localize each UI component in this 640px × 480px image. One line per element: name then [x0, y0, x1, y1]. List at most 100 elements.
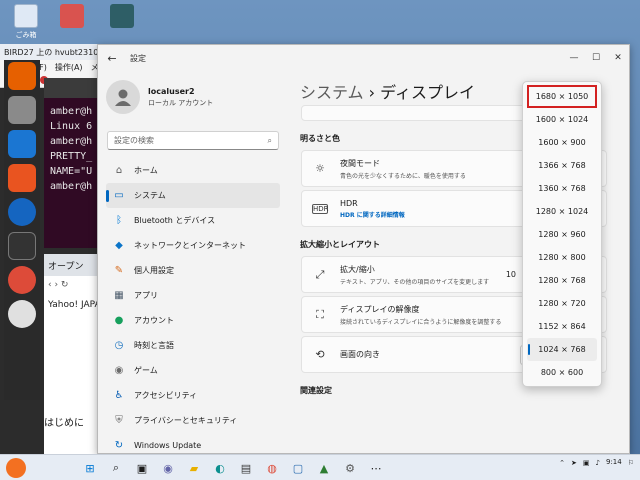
updater-icon[interactable] — [8, 300, 36, 328]
system-icon: ▭ — [114, 190, 124, 201]
scale-icon: ⤢ — [315, 267, 325, 281]
search-icon[interactable]: ⌕ — [106, 458, 126, 478]
sun-icon: ☼ — [315, 162, 325, 175]
help-icon[interactable] — [8, 198, 36, 226]
resolution-option[interactable]: 1280 × 960 — [527, 223, 597, 246]
resolution-option[interactable]: 1280 × 800 — [527, 246, 597, 269]
resolution-option[interactable]: 1280 × 1024 — [527, 200, 597, 223]
sidebar-item-bluetooth[interactable]: ᛒ Bluetooth とデバイス — [106, 208, 280, 233]
avatar — [106, 80, 140, 114]
ubuntu-dock — [4, 60, 40, 400]
resolution-option[interactable]: 800 × 600 — [527, 361, 597, 384]
send-icon[interactable]: ➤ — [571, 459, 577, 467]
title-bar: ← 設定 — ☐ ✕ — [98, 45, 629, 71]
resolution-option[interactable]: 1600 × 1024 — [527, 108, 597, 131]
sidebar-item-label: Windows Update — [134, 441, 202, 450]
sidebar-item-privacy[interactable]: ⛨ プライバシーとセキュリティ — [106, 408, 280, 433]
chrome-icon[interactable] — [8, 266, 36, 294]
account-icon: ● — [114, 315, 124, 326]
window-title: 設定 — [130, 53, 146, 63]
breadcrumb-separator: › — [368, 83, 376, 102]
resolution-option[interactable]: 1360 × 768 — [527, 177, 597, 200]
user-icon — [115, 89, 131, 106]
resolution-dropdown[interactable]: 1680 × 1050 1600 × 1024 1600 × 900 1366 … — [522, 81, 602, 387]
sidebar-item-label: プライバシーとセキュリティ — [134, 416, 238, 425]
resolution-title: ディスプレイの解像度 — [340, 304, 420, 314]
resolution-option[interactable]: 1680 × 1050 — [527, 85, 597, 108]
clock[interactable]: 9:14 — [606, 458, 622, 467]
network-icon[interactable]: ▣ — [583, 459, 590, 467]
search-input[interactable]: 設定の検索 ⌕ — [107, 131, 279, 150]
writer-icon[interactable] — [8, 130, 36, 158]
paint-brush-icon: ✎ — [114, 265, 124, 276]
back-arrow-icon[interactable]: ← — [102, 52, 122, 65]
terminal-line: PRETTY_ — [50, 151, 93, 162]
terminal-icon[interactable] — [8, 232, 36, 260]
hyperv-icon[interactable]: ▲ — [314, 458, 334, 478]
volume-icon[interactable]: ♪ — [596, 459, 600, 467]
night-light-subtitle: 青色の光を少なくするために、暖色を使用する — [340, 172, 466, 180]
sidebar-item-label: ホーム — [134, 166, 158, 175]
edge-icon[interactable]: ◐ — [210, 458, 230, 478]
app-center-icon[interactable] — [8, 164, 36, 192]
blurred-app-icon[interactable] — [102, 4, 142, 40]
sidebar-item-personalization[interactable]: ✎ 個人用設定 — [106, 258, 280, 283]
taskbar: ⊞ ⌕ ▣ ◉ ▰ ◐ ▤ ◍ ▢ ▲ ⚙ ⋯ ⌃ ➤ ▣ ♪ 9:14 ⚐ — [0, 454, 640, 480]
sidebar-item-gaming[interactable]: ◉ ゲーム — [106, 358, 280, 383]
shield-icon: ⛨ — [115, 415, 123, 426]
minimize-icon[interactable]: — — [563, 53, 585, 63]
settings-icon[interactable]: ⚙ — [340, 458, 360, 478]
scale-title: 拡大/縮小 — [340, 264, 375, 274]
chrome-icon[interactable]: ◍ — [262, 458, 282, 478]
sidebar-item-home[interactable]: ⌂ ホーム — [106, 158, 280, 183]
store-icon[interactable]: ▤ — [236, 458, 256, 478]
maximize-icon[interactable]: ☐ — [585, 53, 607, 63]
hdr-title: HDR — [340, 198, 358, 208]
hdr-link[interactable]: HDR に関する詳細情報 — [340, 210, 405, 219]
sidebar-item-windows-update[interactable]: ↻ Windows Update — [106, 433, 280, 453]
vm-title: BIRD27 上の hvubt2310 — [0, 44, 107, 60]
sidebar-item-label: アプリ — [134, 291, 158, 300]
sidebar-item-apps[interactable]: ▦ アプリ — [106, 283, 280, 308]
meet-icon[interactable]: ◉ — [158, 458, 178, 478]
start-icon[interactable]: ⊞ — [80, 458, 100, 478]
files-icon[interactable] — [8, 96, 36, 124]
sidebar-item-accessibility[interactable]: ♿ アクセシビリティ — [106, 383, 280, 408]
recycle-bin-icon[interactable]: ごみ箱 — [6, 4, 46, 40]
sidebar-item-system[interactable]: ▭ システム — [106, 183, 280, 208]
resolution-option[interactable]: 1280 × 768 — [527, 269, 597, 292]
breadcrumb-parent[interactable]: システム — [300, 83, 364, 102]
close-icon[interactable]: ✕ — [607, 53, 629, 63]
resolution-option[interactable]: 1152 × 864 — [527, 315, 597, 338]
time-language-icon: ◷ — [114, 340, 124, 351]
night-light-title: 夜間モード — [340, 158, 380, 168]
file-explorer-icon[interactable]: ▰ — [184, 458, 204, 478]
hdr-icon: HDR — [312, 203, 329, 214]
resolution-option[interactable]: 1600 × 900 — [527, 131, 597, 154]
blurred-app-icon[interactable] — [52, 4, 92, 40]
resolution-option-selected[interactable]: 1024 × 768 — [527, 338, 597, 361]
profile[interactable]: localuser2 ローカル アカウント — [98, 71, 288, 123]
scale-value[interactable]: 10 — [506, 270, 516, 279]
home-icon: ⌂ — [115, 165, 123, 176]
task-view-icon[interactable]: ▣ — [132, 458, 152, 478]
more-icon[interactable]: ⋯ — [366, 458, 386, 478]
sidebar-item-time-language[interactable]: ◷ 時刻と言語 — [106, 333, 280, 358]
accessibility-icon: ♿ — [114, 390, 124, 401]
resolution-icon: ⛶ — [316, 307, 324, 321]
notification-icon[interactable]: ⚐ — [628, 459, 634, 467]
chevron-up-icon[interactable]: ⌃ — [559, 459, 565, 467]
sidebar-item-accounts[interactable]: ● アカウント — [106, 308, 280, 333]
sidebar-item-label: アカウント — [134, 316, 174, 325]
terminal-line: amber@h — [50, 136, 93, 147]
resolution-option[interactable]: 1366 × 768 — [527, 154, 597, 177]
orientation-title: 画面の向き — [340, 350, 380, 359]
remote-desktop-icon[interactable]: ▢ — [288, 458, 308, 478]
sidebar-item-label: システム — [134, 191, 166, 200]
terminal-line: amber@h — [50, 181, 93, 192]
vm-menu-action[interactable]: 操作(A) — [55, 62, 83, 72]
weather-icon[interactable] — [6, 458, 26, 478]
resolution-option[interactable]: 1280 × 720 — [527, 292, 597, 315]
firefox-icon[interactable] — [8, 62, 36, 90]
sidebar-item-network[interactable]: ◆ ネットワークとインターネット — [106, 233, 280, 258]
